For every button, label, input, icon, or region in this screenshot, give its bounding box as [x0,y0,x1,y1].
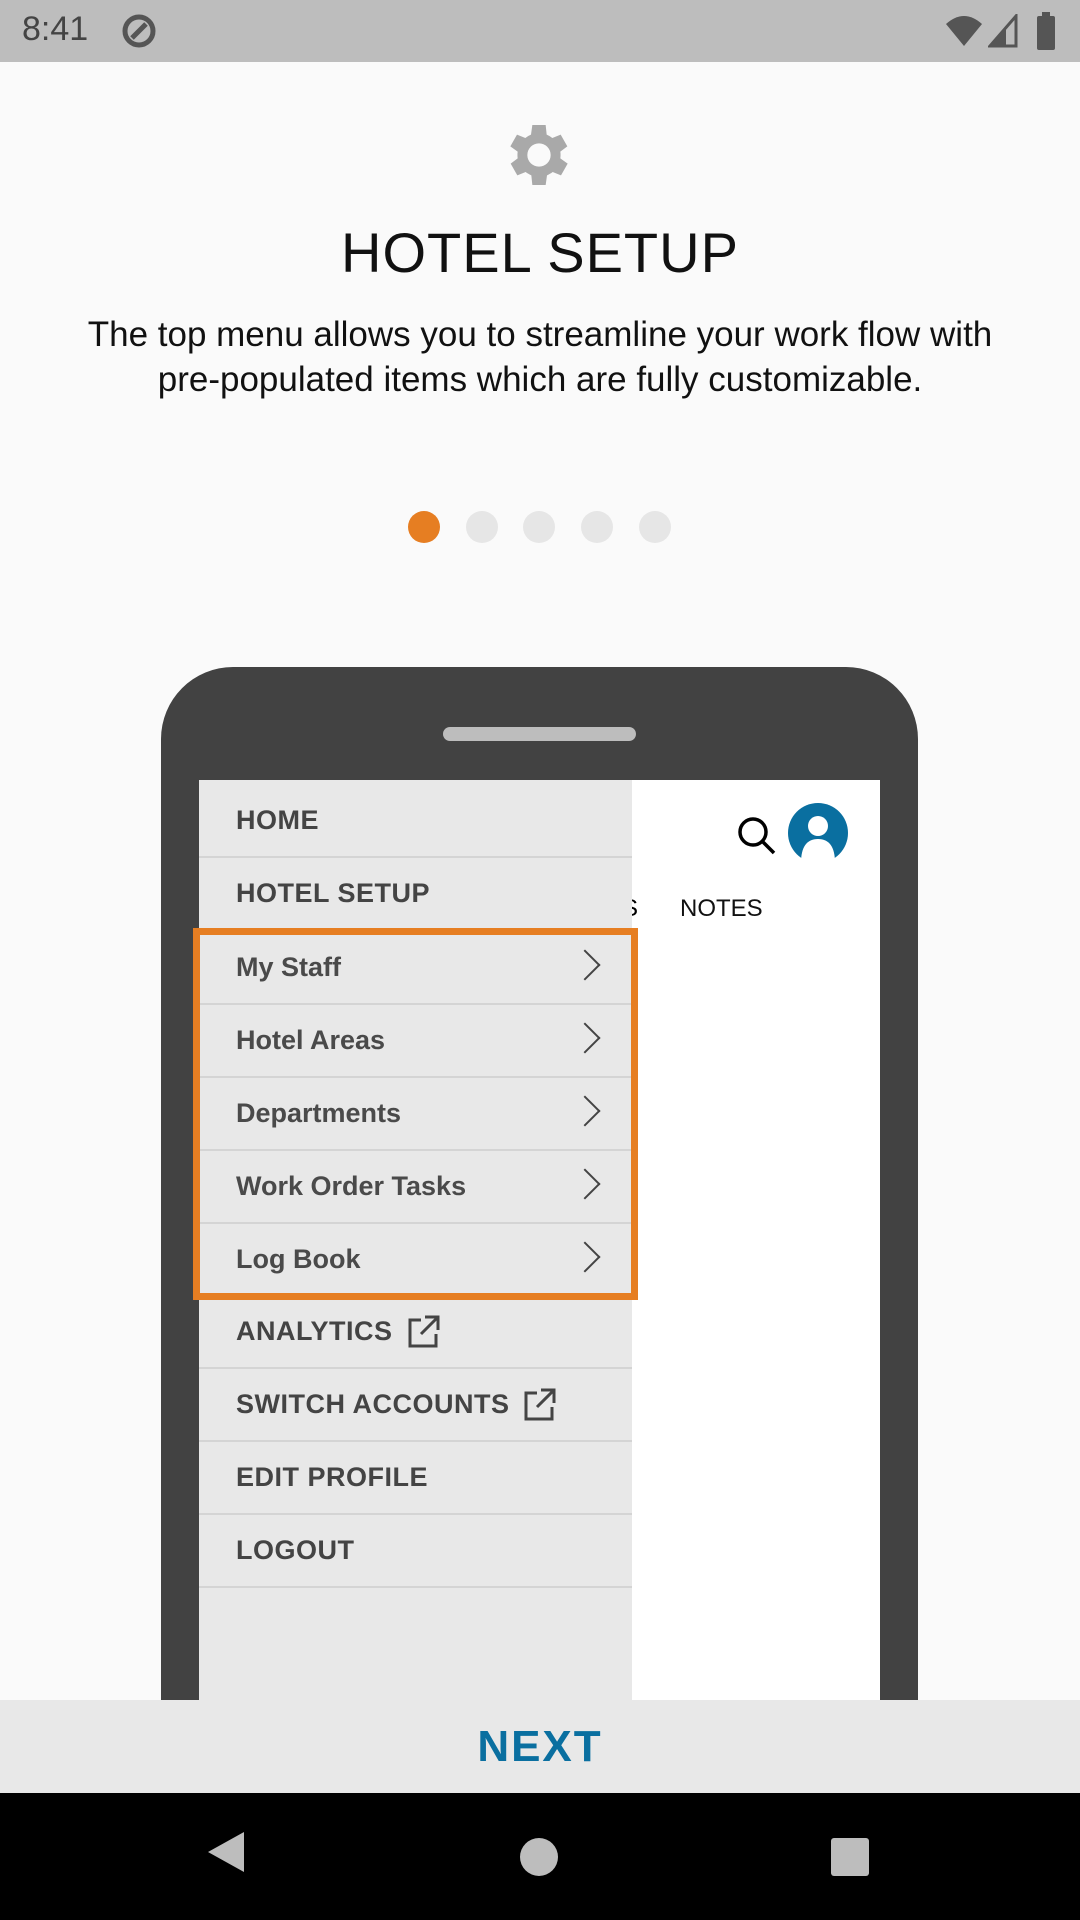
back-icon[interactable] [206,1830,246,1874]
menu-label: SWITCH ACCOUNTS [236,1389,510,1419]
highlight-box [193,928,638,1300]
pager-dot-active[interactable] [408,511,440,543]
clock: 8:41 [22,10,89,48]
battery-icon [1037,12,1055,50]
pager-dot[interactable] [523,511,555,543]
pager-dot[interactable] [466,511,498,543]
data-saver-icon [122,14,156,48]
gear-icon [510,125,568,185]
page-title: HOTEL SETUP [341,221,739,284]
external-link-icon [524,1388,556,1420]
navigation-bar [0,1793,1080,1920]
menu-item-switch-accounts: SWITCH ACCOUNTS [199,1369,632,1442]
menu-label: EDIT PROFILE [236,1462,429,1492]
menu-label: HOTEL SETUP [236,878,431,908]
home-icon[interactable] [519,1837,559,1877]
menu-label: LOGOUT [236,1535,355,1565]
footer-bar: NEXT [0,1700,1080,1793]
search-icon [738,817,776,855]
menu-item-analytics: ANALYTICS [199,1296,632,1369]
recents-icon[interactable] [831,1838,869,1876]
wifi-icon [946,16,982,46]
external-link-icon [408,1315,440,1347]
phone-speaker [443,727,636,741]
page-description: The top menu allows you to streamline yo… [87,315,993,399]
menu-item-hotel-setup: HOTEL SETUP [199,858,632,931]
tab-notes: NOTES [680,895,763,922]
menu-item-home: HOME [199,785,632,858]
menu-label: HOME [236,805,319,835]
status-bar: 8:41 [0,0,1080,62]
menu-label: ANALYTICS [236,1316,393,1346]
pager-dot[interactable] [581,511,613,543]
menu-item-edit-profile: EDIT PROFILE [199,1442,632,1515]
menu-item-logout: LOGOUT [199,1515,632,1588]
avatar-icon [788,803,848,863]
next-button[interactable]: NEXT [477,1722,602,1772]
pager-dot[interactable] [639,511,671,543]
signal-icon [988,14,1018,48]
